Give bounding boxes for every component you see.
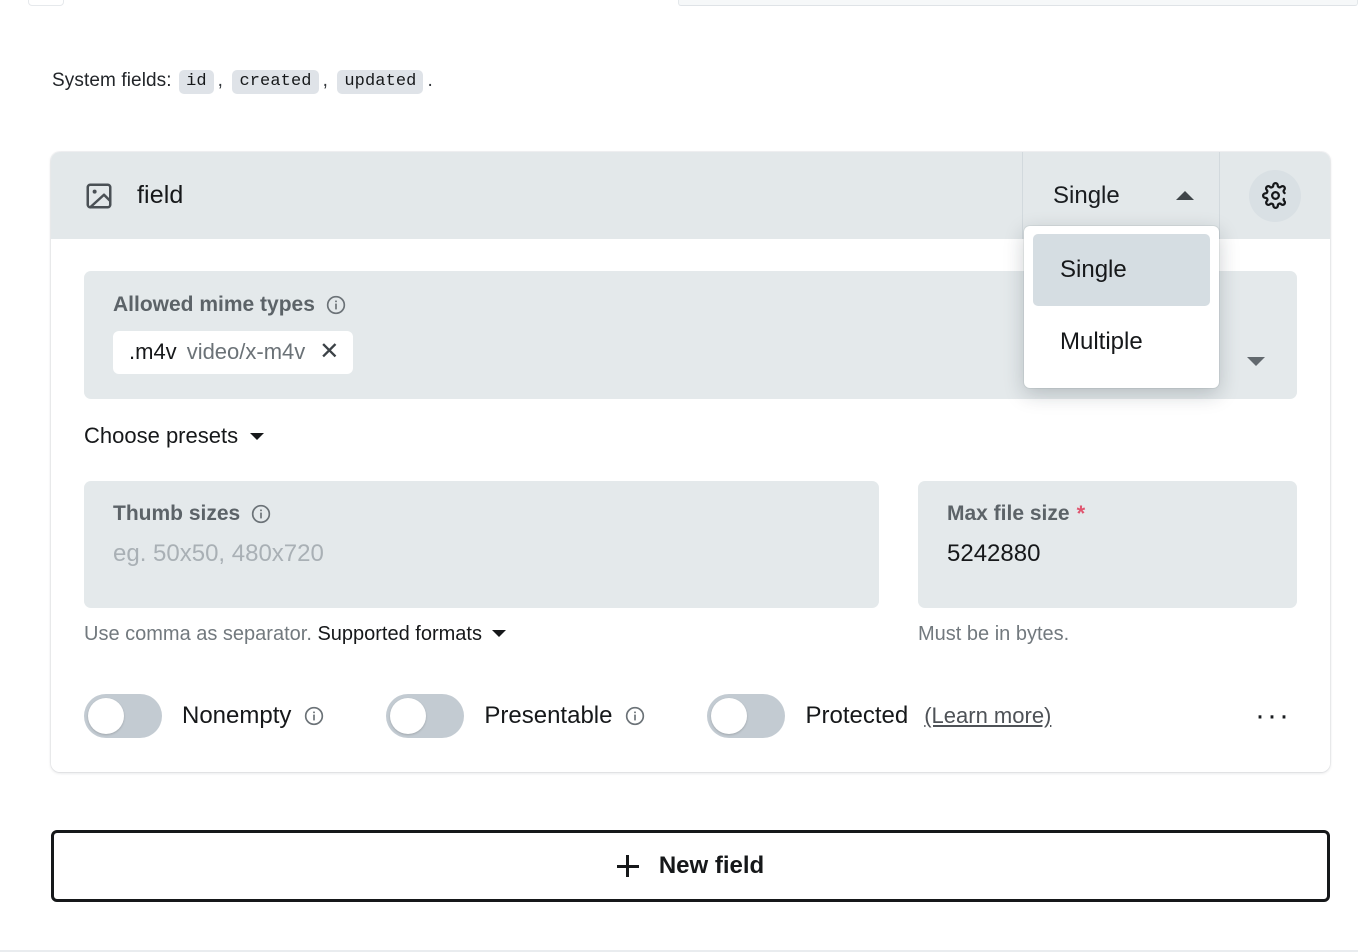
chevron-up-icon xyxy=(1176,191,1194,200)
gear-icon xyxy=(1261,182,1289,209)
dropdown-option-single[interactable]: Single xyxy=(1033,234,1210,306)
mime-type-chip[interactable]: .m4v video/x-m4v ✕ xyxy=(113,331,354,374)
toggle-presentable[interactable]: Presentable xyxy=(386,694,645,738)
toggle-presentable-switch[interactable] xyxy=(386,694,465,738)
thumb-sizes-label: Thumb sizes xyxy=(113,502,241,525)
field-options-toggles: Nonempty Presentable Protected (Learn mo… xyxy=(84,694,1297,738)
secondary-select-collapsed[interactable] xyxy=(1223,273,1296,395)
chevron-down-icon xyxy=(250,432,265,440)
thumb-sizes-placeholder: eg. 50x50, 480x720 xyxy=(113,540,324,567)
max-file-size-label: Max file size xyxy=(947,502,1070,525)
top-cutoff-panel-left xyxy=(28,0,64,6)
info-icon[interactable] xyxy=(625,706,645,726)
system-fields-terminator: . xyxy=(427,70,433,91)
field-name-input[interactable]: field xyxy=(137,181,183,210)
system-fields-separator-2: , xyxy=(322,70,328,91)
mime-chip-extension: .m4v xyxy=(129,339,177,364)
plus-icon xyxy=(616,855,639,877)
thumb-sizes-input[interactable]: Thumb sizes eg. 50x50, 480x720 xyxy=(84,481,879,608)
info-icon[interactable] xyxy=(326,295,346,315)
toggle-knob xyxy=(390,698,427,734)
field-type-value: Single xyxy=(1053,181,1120,209)
chevron-down-icon xyxy=(491,630,506,637)
toggle-nonempty-label: Nonempty xyxy=(182,702,292,729)
chevron-down-icon xyxy=(1247,357,1265,366)
thumb-sizes-helper-text: Use comma as separator. xyxy=(84,623,312,645)
max-file-size-input[interactable]: Max file size * 5242880 xyxy=(918,481,1297,608)
thumb-sizes-label-row: Thumb sizes xyxy=(113,502,852,526)
thumb-sizes-helper: Use comma as separator. Supported format… xyxy=(84,623,879,646)
field-settings-zone xyxy=(1220,152,1330,239)
max-file-size-column: Max file size * 5242880 Must be in bytes… xyxy=(918,481,1297,646)
toggle-presentable-label: Presentable xyxy=(484,702,613,729)
system-fields-separator-1: , xyxy=(217,70,224,91)
toggle-nonempty[interactable]: Nonempty xyxy=(84,694,324,738)
toggle-knob xyxy=(88,698,124,734)
required-marker: * xyxy=(1076,501,1086,526)
system-fields-label: System fields: xyxy=(52,70,172,91)
ellipsis-icon[interactable]: ··· xyxy=(1249,697,1297,735)
close-icon[interactable]: ✕ xyxy=(319,340,339,364)
max-file-size-value: 5242880 xyxy=(947,540,1041,567)
new-field-button-label: New field xyxy=(658,852,765,879)
top-cutoff-panel-right xyxy=(678,0,1358,6)
toggle-knob xyxy=(711,698,748,734)
toggle-nonempty-switch[interactable] xyxy=(84,694,162,738)
toggle-protected-switch[interactable] xyxy=(707,694,786,738)
thumb-sizes-column: Thumb sizes eg. 50x50, 480x720 Use comma… xyxy=(84,481,879,646)
max-file-size-label-row: Max file size * xyxy=(947,502,1270,526)
allowed-mime-types-label: Allowed mime types xyxy=(113,293,315,316)
system-field-updated: updated xyxy=(337,70,424,94)
choose-presets-dropdown[interactable]: Choose presets xyxy=(84,423,265,449)
toggle-protected[interactable]: Protected (Learn more) xyxy=(707,694,1051,738)
system-fields-line: System fields: id, created, updated. xyxy=(52,70,435,94)
sizes-row: Thumb sizes eg. 50x50, 480x720 Use comma… xyxy=(84,481,1297,646)
info-icon[interactable] xyxy=(304,706,324,726)
mime-chip-type: video/x-m4v xyxy=(186,339,306,364)
field-options-button[interactable] xyxy=(1249,169,1301,222)
system-field-created: created xyxy=(232,70,319,94)
choose-presets-label: Choose presets xyxy=(84,423,239,448)
learn-more-link[interactable]: (Learn more) xyxy=(924,703,1051,729)
max-file-size-helper: Must be in bytes. xyxy=(918,623,1070,645)
info-icon[interactable] xyxy=(251,504,271,524)
field-header-drag-zone[interactable]: field xyxy=(51,152,1022,239)
dropdown-option-multiple[interactable]: Multiple xyxy=(1033,306,1210,378)
image-icon xyxy=(84,181,137,211)
new-field-button[interactable]: New field xyxy=(51,830,1330,902)
field-editor-page: System fields: id, created, updated. fie… xyxy=(0,0,1358,952)
system-field-id: id xyxy=(179,70,214,94)
field-type-dropdown-menu: Single Multiple xyxy=(1024,226,1219,388)
supported-formats-dropdown[interactable]: Supported formats xyxy=(317,623,482,645)
toggle-protected-label: Protected xyxy=(805,702,909,729)
